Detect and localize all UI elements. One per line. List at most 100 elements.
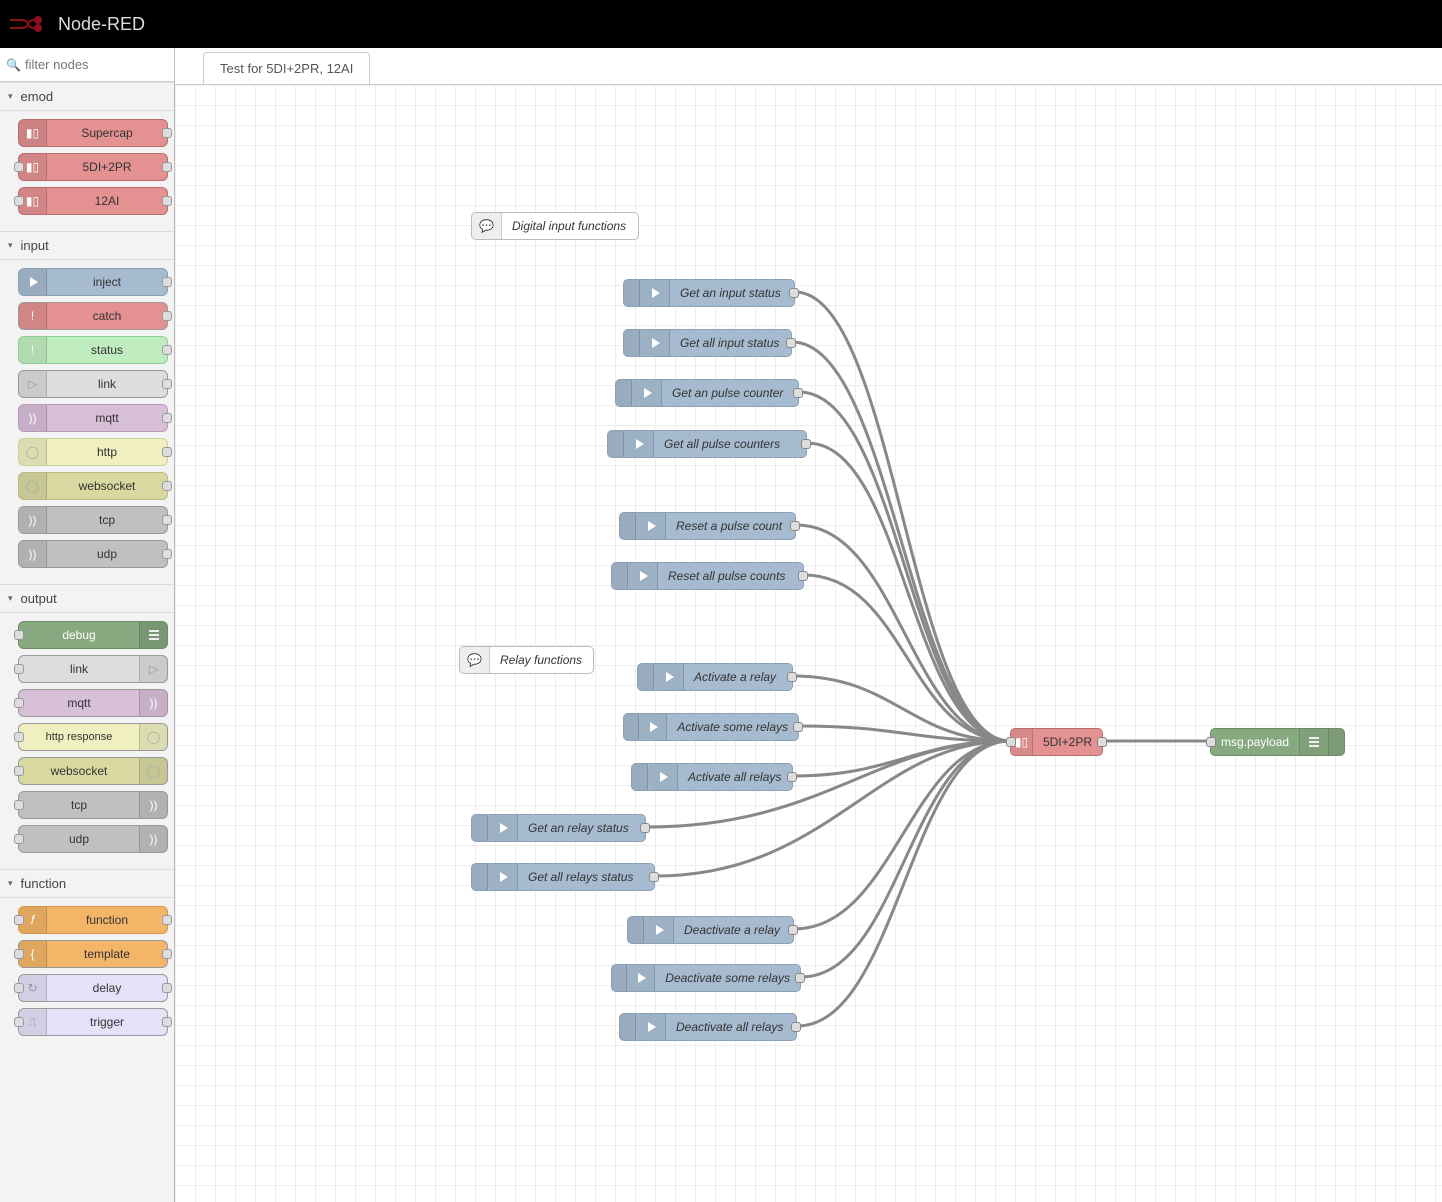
palette-node-tcp-out[interactable]: tcp )) [18, 791, 168, 819]
palette-node-websocket-out[interactable]: websocket ◯ [18, 757, 168, 785]
category-emod[interactable]: ▾ emod [0, 82, 174, 111]
node-label: Digital input functions [502, 219, 636, 233]
palette-node-12ai[interactable]: ▮▯ 12AI [18, 187, 168, 215]
palette-node-http-in[interactable]: ◯ http [18, 438, 168, 466]
port-out[interactable] [789, 288, 799, 298]
port-out[interactable] [788, 925, 798, 935]
inject-button[interactable] [620, 513, 636, 539]
port-out[interactable] [791, 1022, 801, 1032]
palette-node-label: link [19, 656, 139, 682]
palette-node-mqtt-out[interactable]: mqtt )) [18, 689, 168, 717]
inject-deactivate-relay[interactable]: Deactivate a relay [627, 916, 794, 944]
port-in[interactable] [1206, 737, 1216, 747]
inject-icon [636, 1014, 666, 1040]
category-output[interactable]: ▾ output [0, 584, 174, 613]
palette-sidebar: 🔍 ▾ emod ▮▯ Supercap ▮▯ 5DI+2PR [0, 48, 175, 1202]
port-out[interactable] [649, 872, 659, 882]
inject-reset-pulse-count[interactable]: Reset a pulse count [619, 512, 796, 540]
inject-icon [648, 764, 678, 790]
port-out[interactable] [787, 672, 797, 682]
inject-button[interactable] [472, 815, 488, 841]
inject-activate-all-relays[interactable]: Activate all relays [631, 763, 793, 791]
palette-node-supercap[interactable]: ▮▯ Supercap [18, 119, 168, 147]
palette-node-status[interactable]: ! status [18, 336, 168, 364]
palette-node-tcp-in[interactable]: )) tcp [18, 506, 168, 534]
category-function[interactable]: ▾ function [0, 869, 174, 898]
inject-button[interactable] [638, 664, 654, 690]
comment-node-relay[interactable]: 💬 Relay functions [459, 646, 594, 674]
inject-activate-relay[interactable]: Activate a relay [637, 663, 793, 691]
node-5di2pr[interactable]: ▮▯ 5DI+2PR [1010, 728, 1103, 756]
inject-button[interactable] [624, 714, 639, 740]
flow-tab[interactable]: Test for 5DI+2PR, 12AI [203, 52, 370, 84]
port-out[interactable] [795, 973, 805, 983]
inject-icon [644, 917, 674, 943]
inject-button[interactable] [616, 380, 632, 406]
inject-activate-some-relays[interactable]: Activate some relays [623, 713, 799, 741]
inject-reset-all-pulse[interactable]: Reset all pulse counts [611, 562, 804, 590]
inject-icon [640, 280, 670, 306]
port-out[interactable] [787, 772, 797, 782]
port-out[interactable] [798, 571, 808, 581]
inject-button[interactable] [628, 917, 644, 943]
port-out[interactable] [793, 388, 803, 398]
port-out[interactable] [801, 439, 811, 449]
inject-button[interactable] [624, 280, 640, 306]
palette-node-http-response[interactable]: http response ◯ [18, 723, 168, 751]
inject-button[interactable] [472, 864, 488, 890]
inject-deactivate-some-relays[interactable]: Deactivate some relays [611, 964, 801, 992]
palette-node-5di2pr[interactable]: ▮▯ 5DI+2PR [18, 153, 168, 181]
category-input[interactable]: ▾ input [0, 231, 174, 260]
port-out[interactable] [793, 722, 803, 732]
inject-get-pulse-counter[interactable]: Get an pulse counter [615, 379, 799, 407]
inject-button[interactable] [612, 965, 627, 991]
port-out[interactable] [1097, 737, 1107, 747]
port-in[interactable] [1006, 737, 1016, 747]
palette-node-link-out[interactable]: link ▷ [18, 655, 168, 683]
node-label: Get an relay status [518, 821, 639, 835]
inject-get-all-relays-status[interactable]: Get all relays status [471, 863, 655, 891]
palette-node-label: Supercap [47, 120, 167, 146]
comment-node-di[interactable]: 💬 Digital input functions [471, 212, 639, 240]
palette-node-mqtt-in[interactable]: )) mqtt [18, 404, 168, 432]
flow-canvas[interactable]: 💬 Digital input functions 💬 Relay functi… [175, 84, 1442, 1202]
filter-nodes-input[interactable] [25, 57, 168, 72]
inject-get-relay-status[interactable]: Get an relay status [471, 814, 646, 842]
palette-node-catch[interactable]: ! catch [18, 302, 168, 330]
port-out[interactable] [790, 521, 800, 531]
inject-button[interactable] [608, 431, 624, 457]
inject-get-input-status[interactable]: Get an input status [623, 279, 795, 307]
port-out[interactable] [786, 338, 796, 348]
palette-node-debug[interactable]: debug [18, 621, 168, 649]
palette-node-udp-in[interactable]: )) udp [18, 540, 168, 568]
palette-node-template[interactable]: { template [18, 940, 168, 968]
inject-deactivate-all-relays[interactable]: Deactivate all relays [619, 1013, 797, 1041]
port-in [14, 834, 24, 844]
flow-canvas-area: Test for 5DI+2PR, 12AI [175, 48, 1442, 1202]
port-out[interactable] [640, 823, 650, 833]
node-label: 5DI+2PR [1033, 735, 1102, 749]
inject-get-all-input-status[interactable]: Get all input status [623, 329, 792, 357]
inject-get-all-pulse-counters[interactable]: Get all pulse counters [607, 430, 807, 458]
inject-button[interactable] [620, 1014, 636, 1040]
palette-scroll[interactable]: ▾ emod ▮▯ Supercap ▮▯ 5DI+2PR ▮▯ [0, 82, 174, 1202]
palette-node-label: websocket [47, 473, 167, 499]
palette-node-udp-out[interactable]: udp )) [18, 825, 168, 853]
palette-node-label: trigger [47, 1009, 167, 1035]
palette-node-inject[interactable]: inject [18, 268, 168, 296]
palette-node-function[interactable]: f function [18, 906, 168, 934]
palette-node-label: status [47, 337, 167, 363]
search-icon: 🔍 [6, 58, 21, 72]
inject-button[interactable] [624, 330, 640, 356]
inject-button[interactable] [612, 563, 628, 589]
palette-node-delay[interactable]: ↻ delay [18, 974, 168, 1002]
node-debug[interactable]: msg.payload [1210, 728, 1345, 756]
port-in [14, 630, 24, 640]
palette-node-websocket-in[interactable]: ◯ websocket [18, 472, 168, 500]
category-label: input [21, 238, 49, 253]
inject-icon [488, 864, 518, 890]
inject-button[interactable] [632, 764, 648, 790]
palette-node-trigger[interactable]: ⎍ trigger [18, 1008, 168, 1036]
palette-node-link-in[interactable]: ▷ link [18, 370, 168, 398]
debug-toggle-button[interactable] [1328, 729, 1344, 755]
